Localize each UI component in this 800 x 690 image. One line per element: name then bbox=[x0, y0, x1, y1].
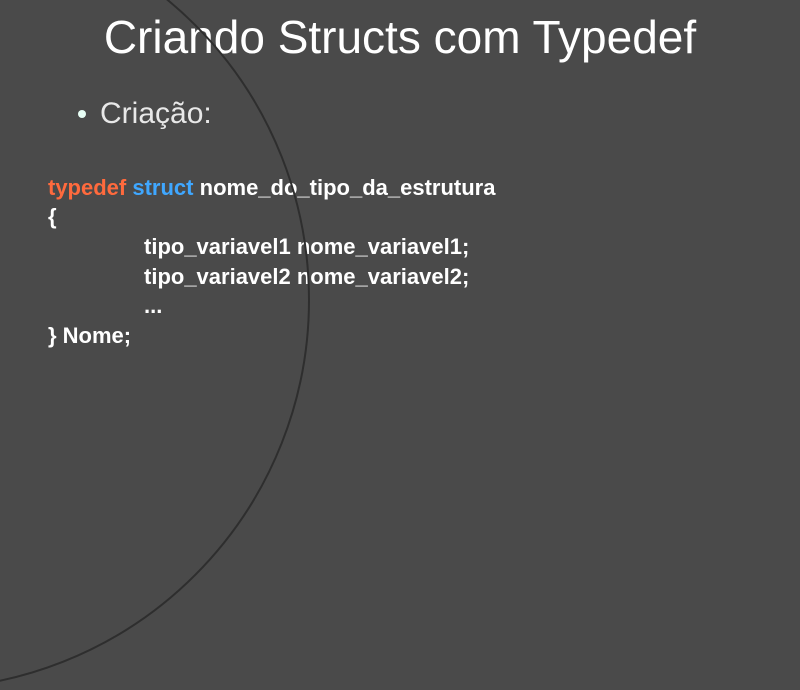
code-line-6: } Nome; bbox=[48, 321, 800, 351]
code-field-1: tipo_variavel1 nome_variavel1; bbox=[48, 232, 469, 262]
code-line-2: { bbox=[48, 202, 800, 232]
keyword-typedef: typedef bbox=[48, 175, 126, 200]
bullet-item: Criação: bbox=[78, 97, 800, 131]
bullet-label: Criação: bbox=[100, 97, 212, 131]
code-ellipsis: ... bbox=[48, 291, 162, 321]
code-line-1: typedef struct nome_do_tipo_da_estrutura bbox=[48, 173, 800, 203]
code-line-4: tipo_variavel2 nome_variavel2; bbox=[48, 262, 800, 292]
slide: Criando Structs com Typedef Criação: typ… bbox=[0, 0, 800, 600]
bullet-icon bbox=[78, 110, 86, 118]
code-line-3: tipo_variavel1 nome_variavel1; bbox=[48, 232, 800, 262]
struct-name: nome_do_tipo_da_estrutura bbox=[200, 175, 496, 200]
keyword-struct: struct bbox=[132, 175, 193, 200]
code-block: typedef struct nome_do_tipo_da_estrutura… bbox=[48, 173, 800, 351]
code-field-2: tipo_variavel2 nome_variavel2; bbox=[48, 262, 469, 292]
code-line-5: ... bbox=[48, 291, 800, 321]
slide-title: Criando Structs com Typedef bbox=[0, 0, 800, 63]
